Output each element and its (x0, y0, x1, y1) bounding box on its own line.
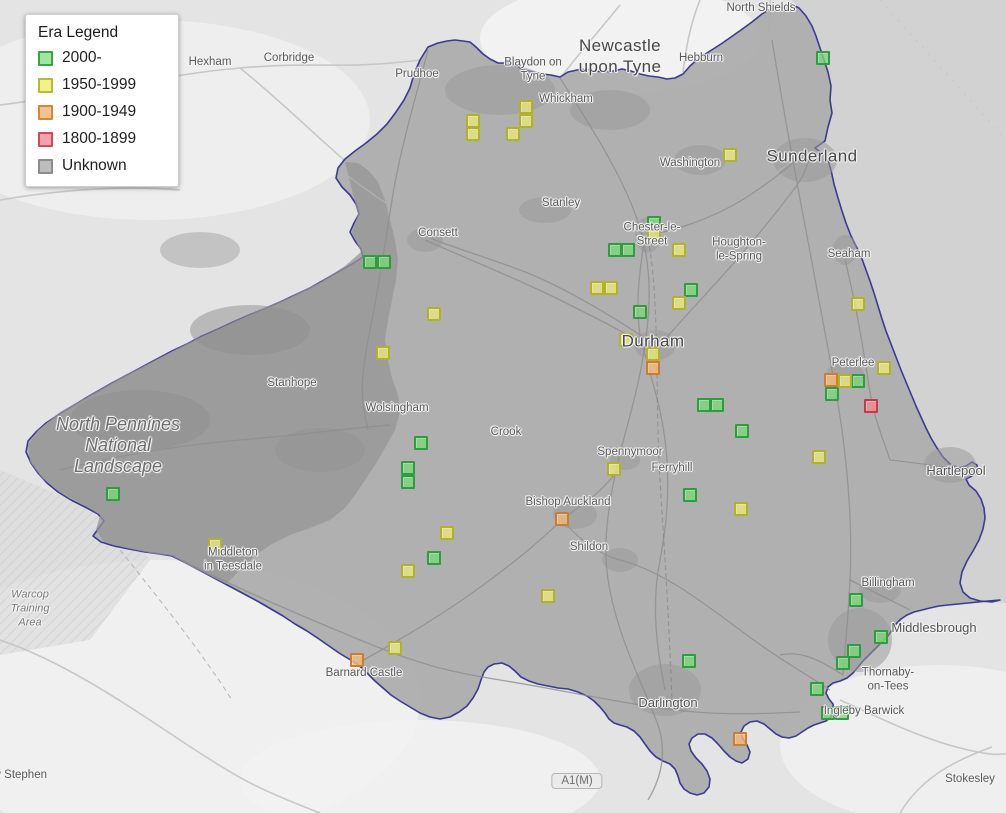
place-label-stokesley: Stokesley (945, 772, 995, 785)
place-label-hartlepool: Hartlepool (926, 462, 986, 478)
place-label-bishop-auckland: Bishop Auckland (525, 495, 611, 508)
legend-items: 2000- 1950-1999 1900-1949 1800-1899 Unknown (38, 49, 168, 175)
legend-item-1800-1899: 1800-1899 (38, 130, 168, 148)
legend-item-1900-1949: 1900-1949 (38, 103, 168, 121)
place-label-consett: Consett (418, 226, 458, 239)
legend-label: 1800-1899 (62, 130, 137, 147)
map-screen: Newcastle upon Tyne Sunderland Durham Hexha… (0, 0, 1006, 813)
place-label-stanhope: Stanhope (267, 376, 317, 389)
legend-label: 1950-1999 (62, 76, 137, 93)
place-label-corbridge: Corbridge (263, 51, 315, 64)
place-label-peterlee: Peterlee (831, 356, 875, 369)
legend-swatch-1800-1899 (38, 131, 53, 147)
place-label-chester-le-: Chester-le- Street (623, 221, 681, 248)
place-label-washington: Washington (659, 156, 721, 169)
place-label-sunderland: Sunderland (766, 146, 858, 166)
legend-swatch-2000- (38, 50, 53, 66)
legend-item-Unknown: Unknown (38, 157, 168, 175)
legend-item-1950-1999: 1950-1999 (38, 76, 168, 94)
legend-label: 2000- (62, 49, 102, 66)
legend-title: Era Legend (38, 24, 119, 41)
place-label-whickham: Whickham (539, 92, 593, 105)
place-label-barnard-castle: Barnard Castle (325, 666, 403, 679)
place-label-thornaby-: Thornaby- on-Tees (861, 666, 915, 693)
place-label-durham: Durham (621, 331, 685, 351)
legend-label: 1900-1949 (62, 103, 137, 120)
place-label-kirkby-stephen: Kirkby Stephen (0, 768, 47, 781)
place-label-blaydon-on: Blaydon on Tyne (504, 56, 562, 83)
era-legend: Era Legend 2000- 1950-1999 1900-1949 1800-1… (25, 14, 179, 187)
place-label-north-shields: North Shields (726, 1, 796, 14)
place-label-darlington: Darlington (638, 694, 698, 710)
place-label-hexham: Hexham (188, 55, 232, 68)
legend-swatch-Unknown (38, 158, 53, 174)
legend-swatch-1950-1999 (38, 77, 53, 93)
place-label-stanley: Stanley (541, 196, 581, 209)
place-label-ingleby-barwick: Ingleby Barwick (823, 704, 905, 717)
place-label-newcastle: Newcastle upon Tyne (578, 35, 662, 76)
place-label-middlesbrough: Middlesbrough (891, 619, 977, 635)
place-label-shildon: Shildon (569, 540, 609, 553)
place-label-north-pennines: North Pennines National Landscape (55, 414, 181, 477)
place-label-houghton-: Houghton- le-Spring (712, 236, 766, 263)
place-label-hebburn: Hebburn (678, 51, 724, 64)
place-label-warcop: Warcop Training Area (10, 588, 50, 628)
place-label-spennymoor: Spennymoor (597, 445, 663, 458)
road-badge-a1m: A1(M) (551, 773, 603, 789)
legend-item-2000-: 2000- (38, 49, 168, 67)
legend-label: Unknown (62, 157, 127, 174)
legend-swatch-1900-1949 (38, 104, 53, 120)
place-label-crook: Crook (490, 425, 522, 438)
place-label-middleton: Middleton in Teesdale (204, 546, 262, 573)
place-label-ferryhill: Ferryhill (651, 461, 693, 474)
place-label-wolsingham: Wolsingham (365, 401, 429, 414)
place-label-prudhoe: Prudhoe (395, 67, 439, 80)
place-label-seaham: Seaham (827, 247, 871, 260)
place-label-billingham: Billingham (861, 576, 915, 589)
